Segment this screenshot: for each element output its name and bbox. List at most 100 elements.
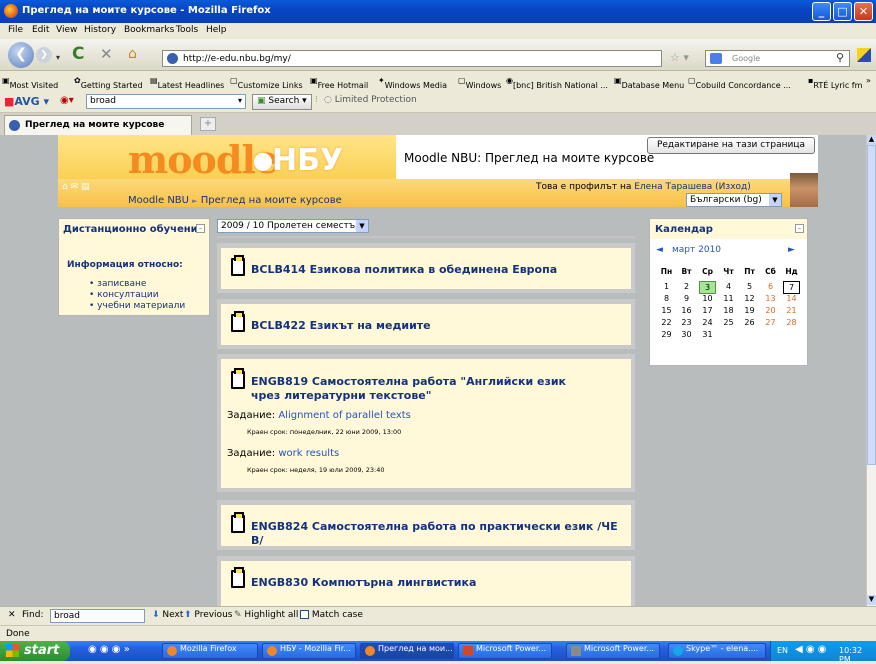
calendar-day[interactable]: 11 [720, 293, 737, 304]
bookmark-most-visited[interactable]: ▣ Most Visited [2, 76, 58, 90]
calendar-day[interactable]: 21 [783, 305, 800, 316]
link-materials[interactable]: • учебни материали [89, 301, 185, 311]
calendar-day[interactable]: 17 [699, 305, 716, 316]
home-icon[interactable]: ⌂ [128, 46, 137, 62]
magnifier-icon[interactable]: ⚲ [836, 51, 844, 64]
menu-history[interactable]: History [84, 25, 116, 35]
highlight-all-button[interactable]: ✎ Highlight all [234, 610, 298, 620]
minimize-button[interactable]: _ [812, 2, 831, 21]
calendar-day[interactable]: 14 [783, 293, 800, 304]
url-bar[interactable]: http://e-edu.nbu.bg/my/ [162, 50, 662, 67]
avg-protection[interactable]: ◌ Limited Protection [324, 95, 417, 105]
bookmark-rte[interactable]: ▪ RTÉ Lyric fm [808, 76, 862, 90]
calendar-day[interactable]: 22 [658, 317, 675, 328]
link-enrollment[interactable]: • записване [89, 279, 146, 289]
course-link[interactable]: ENGB819 Самостоятелна работа "Английски … [251, 375, 581, 403]
bookmark-customize-links[interactable]: ▢ Customize Links [230, 76, 303, 90]
prev-month-icon[interactable]: ◄ [656, 245, 663, 255]
scroll-down-icon[interactable]: ▼ [867, 595, 876, 605]
start-button[interactable]: start [0, 641, 70, 661]
scroll-up-icon[interactable]: ▲ [867, 135, 876, 145]
calendar-day[interactable]: 23 [678, 317, 695, 328]
avg-search-input[interactable]: broad [86, 94, 246, 109]
calendar-month[interactable]: март 2010 [672, 245, 721, 255]
back-button[interactable]: ❮ [8, 42, 34, 68]
close-button[interactable]: ✕ [854, 2, 873, 21]
search-bar[interactable]: Google ⚲ [705, 50, 850, 67]
taskbar-item-active[interactable]: Преглед на мои... [360, 643, 454, 659]
course-link[interactable]: BCLB414 Езикова политика в обединена Евр… [251, 263, 557, 277]
find-input[interactable]: broad [50, 609, 145, 623]
calendar-day[interactable]: 19 [741, 305, 758, 316]
close-find-icon[interactable]: ✕ [8, 610, 16, 620]
collapse-icon[interactable]: – [795, 224, 804, 233]
calendar-day[interactable]: 6 [762, 281, 779, 292]
assignment-link[interactable]: work results [278, 448, 339, 459]
calendar-day[interactable]: 9 [678, 293, 695, 304]
scroll-thumb[interactable] [867, 145, 876, 465]
avg-search-icon[interactable]: ◉▾ [60, 95, 74, 106]
history-dropdown-icon[interactable]: ▾ [56, 53, 60, 62]
calendar-day[interactable]: 10 [699, 293, 716, 304]
vertical-scrollbar[interactable]: ▲ ▼ [866, 135, 876, 606]
calendar-day[interactable]: 24 [699, 317, 716, 328]
taskbar-item[interactable]: Microsoft Power... [566, 643, 660, 659]
forward-button[interactable]: ❯ [36, 47, 52, 63]
edit-page-button[interactable]: Редактиране на тази страница [647, 137, 815, 154]
addon-icon[interactable] [857, 48, 871, 62]
find-previous-button[interactable]: ⬆ Previous [184, 610, 232, 620]
calendar-day[interactable]: 20 [762, 305, 779, 316]
language-select[interactable]: Български (bg) ▼ [686, 193, 782, 207]
calendar-day[interactable]: 18 [720, 305, 737, 316]
user-name-link[interactable]: Елена Тарашева [634, 182, 712, 192]
course-link[interactable]: ENGB824 Самостоятелна работа по практиче… [251, 520, 631, 548]
calendar-day[interactable]: 13 [762, 293, 779, 304]
menu-bookmarks[interactable]: Bookmarks [124, 25, 174, 35]
collapse-icon[interactable]: – [196, 224, 205, 233]
menu-edit[interactable]: Edit [32, 25, 49, 35]
menu-help[interactable]: Help [206, 25, 227, 35]
taskbar-item[interactable]: Mozilla Firefox [162, 643, 258, 659]
link-consultations[interactable]: • консултации [89, 290, 159, 300]
menu-view[interactable]: View [56, 25, 77, 35]
menu-file[interactable]: File [8, 25, 23, 35]
calendar-day[interactable]: 27 [762, 317, 779, 328]
menu-tools[interactable]: Tools [176, 25, 198, 35]
course-link[interactable]: BCLB422 Езикът на медиите [251, 319, 431, 333]
language-indicator[interactable]: EN [777, 646, 788, 655]
calendar-day[interactable]: 16 [678, 305, 695, 316]
calendar-day[interactable]: 2 [678, 281, 695, 292]
tray-icons[interactable]: ◀ ◉ ◉ [795, 644, 827, 655]
calendar-day[interactable]: 15 [658, 305, 675, 316]
calendar-day[interactable]: 28 [783, 317, 800, 328]
match-case-checkbox[interactable]: Match case [300, 610, 363, 620]
bookmark-star-icon[interactable]: ☆ ▾ [670, 51, 689, 64]
calendar-day[interactable]: 30 [678, 329, 695, 340]
find-next-button[interactable]: ⬇ Next [152, 610, 183, 620]
home-mail-icons[interactable]: ⌂ ✉ ▤ [62, 182, 89, 192]
calendar-day[interactable]: 5 [741, 281, 758, 292]
reload-icon[interactable]: C [72, 44, 84, 64]
calendar-day[interactable]: 8 [658, 293, 675, 304]
semester-select[interactable]: 2009 / 10 Пролетен семестър ▼ [217, 219, 369, 233]
calendar-day[interactable]: 25 [720, 317, 737, 328]
breadcrumb-root[interactable]: Moodle NBU [128, 195, 189, 206]
bookmark-cobuild[interactable]: ▢ Cobuild Concordance ... [688, 76, 791, 90]
bookmark-database-menu[interactable]: ▣ Database Menu [614, 76, 684, 90]
new-tab-button[interactable]: + [200, 117, 216, 131]
avg-logo[interactable]: ■AVG ▾ [4, 95, 49, 108]
quicklaunch-icons[interactable]: ◉ ◉ ◉ » [88, 644, 130, 655]
taskbar-item[interactable]: Microsoft Power... [458, 643, 552, 659]
avatar[interactable] [790, 173, 818, 207]
bookmark-bnc[interactable]: ◉ [bnc] British National ... [506, 76, 608, 90]
calendar-day[interactable]: 29 [658, 329, 675, 340]
taskbar-item[interactable]: Skype™ - elena.... [668, 643, 766, 659]
avg-search-button[interactable]: ▣ Search ▾ [252, 94, 312, 110]
next-month-icon[interactable]: ► [788, 245, 795, 255]
bookmark-windows-media[interactable]: ✦ Windows Media [378, 76, 447, 90]
avg-dropdown-icon[interactable]: ▾ [238, 96, 242, 105]
calendar-day[interactable]: 1 [658, 281, 675, 292]
tab-active[interactable]: Преглед на моите курсове [4, 115, 192, 135]
bookmarks-overflow-icon[interactable]: » [866, 76, 871, 85]
maximize-button[interactable]: □ [833, 2, 852, 21]
